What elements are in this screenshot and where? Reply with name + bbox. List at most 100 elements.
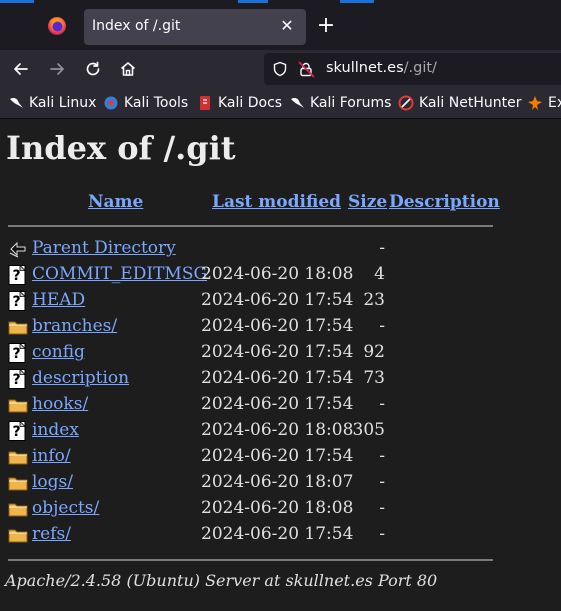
entry-link[interactable]: index bbox=[32, 420, 79, 440]
bookmark-exploit-db[interactable]: Ex bbox=[527, 94, 561, 112]
entry-last-modified: 2024-06-20 17:54 bbox=[201, 290, 354, 310]
bookmark-kali-tools[interactable]: Kali Tools bbox=[103, 94, 188, 112]
kali-docs-icon bbox=[200, 96, 210, 110]
svg-text:?: ? bbox=[12, 294, 20, 310]
back-button[interactable] bbox=[8, 56, 34, 82]
column-header-name[interactable]: Name bbox=[88, 192, 143, 212]
entry-last-modified: 2024-06-20 18:08 bbox=[201, 498, 354, 518]
table-row: ? description 2024-06-20 17:54 73 bbox=[0, 367, 561, 393]
tab-active[interactable]: Index of /.git ✕ bbox=[84, 9, 306, 45]
table-row: ? config 2024-06-20 17:54 92 bbox=[0, 341, 561, 367]
unknown-file-icon: ? bbox=[8, 264, 28, 285]
exploit-db-icon bbox=[528, 96, 542, 110]
reload-icon bbox=[86, 61, 100, 76]
entry-size: 4 bbox=[374, 264, 385, 284]
entry-last-modified: 2024-06-20 18:08 bbox=[201, 420, 354, 440]
table-row: info/2024-06-20 17:54 - bbox=[0, 445, 561, 471]
reload-button[interactable] bbox=[80, 56, 106, 82]
table-row: logs/2024-06-20 18:07 - bbox=[0, 471, 561, 497]
entry-size: - bbox=[379, 446, 385, 466]
page-title: Index of /.git bbox=[6, 129, 236, 167]
bookmark-kali-forums[interactable]: Kali Forums bbox=[289, 94, 391, 112]
kali-dragon-icon bbox=[10, 97, 23, 108]
insecure-lock-icon[interactable] bbox=[298, 61, 315, 78]
unknown-file-icon: ? bbox=[8, 290, 28, 311]
entry-last-modified: 2024-06-20 18:08 bbox=[201, 264, 354, 284]
home-button[interactable] bbox=[115, 56, 141, 82]
entry-size: - bbox=[379, 472, 385, 492]
entry-link[interactable]: COMMIT_EDITMSG bbox=[32, 264, 207, 284]
entry-last-modified: 2024-06-20 18:07 bbox=[201, 472, 354, 492]
forward-button[interactable] bbox=[44, 56, 70, 82]
entry-last-modified: 2024-06-20 17:54 bbox=[201, 368, 354, 388]
entry-link[interactable]: Parent Directory bbox=[32, 238, 176, 258]
unknown-file-icon: ? bbox=[8, 368, 28, 389]
tab-strip: Index of /.git ✕ + bbox=[0, 0, 561, 50]
back-arrow-icon bbox=[14, 63, 28, 75]
entry-link[interactable]: objects/ bbox=[32, 498, 99, 518]
entry-link[interactable]: branches/ bbox=[32, 316, 117, 336]
entry-link[interactable]: refs/ bbox=[32, 524, 71, 544]
folder-icon bbox=[8, 395, 28, 415]
url-text: skullnet.es/.git/ bbox=[326, 60, 437, 76]
bookmark-kali-docs[interactable]: Kali Docs bbox=[197, 94, 282, 112]
kali-dragon-icon bbox=[291, 97, 304, 108]
entry-size: 305 bbox=[352, 420, 385, 440]
entry-link[interactable]: HEAD bbox=[32, 290, 85, 310]
entry-size: - bbox=[379, 316, 385, 336]
bookmarks-toolbar: Kali Linux Kali Tools Kali Docs Kali For… bbox=[0, 88, 561, 119]
bookmark-label: Kali Tools bbox=[124, 95, 189, 111]
nethunter-icon bbox=[398, 95, 414, 111]
tab-indicator bbox=[238, 0, 268, 3]
folder-icon bbox=[8, 473, 28, 493]
entry-size: - bbox=[379, 498, 385, 518]
column-header-size[interactable]: Size bbox=[348, 192, 387, 212]
home-icon bbox=[120, 62, 136, 76]
table-row: ? HEAD 2024-06-20 17:54 23 bbox=[0, 289, 561, 315]
folder-icon bbox=[8, 317, 28, 337]
entry-link[interactable]: info/ bbox=[32, 446, 71, 466]
table-row: objects/2024-06-20 18:08 - bbox=[0, 497, 561, 523]
svg-text:?: ? bbox=[12, 424, 20, 440]
bookmark-kali-linux[interactable]: Kali Linux bbox=[8, 94, 96, 112]
table-row: hooks/2024-06-20 17:54 - bbox=[0, 393, 561, 419]
svg-text:?: ? bbox=[12, 268, 20, 284]
entry-size: 73 bbox=[363, 368, 385, 388]
svg-text:?: ? bbox=[12, 372, 20, 388]
entry-last-modified: 2024-06-20 17:54 bbox=[201, 524, 354, 544]
tab-indicator bbox=[0, 0, 34, 3]
tab-title: Index of /.git bbox=[92, 18, 181, 34]
entry-size: 92 bbox=[363, 342, 385, 362]
entry-link[interactable]: logs/ bbox=[32, 472, 73, 492]
column-header-last-modified[interactable]: Last modified bbox=[212, 192, 341, 212]
table-row: ? index 2024-06-20 18:08 305 bbox=[0, 419, 561, 445]
kali-tools-icon bbox=[104, 96, 118, 110]
tracking-protection-icon[interactable] bbox=[272, 61, 288, 77]
header-divider bbox=[8, 225, 493, 227]
entry-link[interactable]: hooks/ bbox=[32, 394, 88, 414]
entry-link[interactable]: config bbox=[32, 342, 85, 362]
entry-size: - bbox=[379, 238, 385, 258]
column-header-description[interactable]: Description bbox=[389, 192, 500, 212]
firefox-icon bbox=[48, 17, 66, 35]
entry-size: - bbox=[379, 394, 385, 414]
table-row: ? COMMIT_EDITMSG 2024-06-20 18:08 4 bbox=[0, 263, 561, 289]
footer-divider bbox=[8, 559, 493, 561]
svg-text:?: ? bbox=[12, 346, 20, 362]
folder-icon bbox=[8, 447, 28, 467]
entry-size: - bbox=[379, 524, 385, 544]
entry-last-modified: 2024-06-20 17:54 bbox=[201, 446, 354, 466]
entry-link[interactable]: description bbox=[32, 368, 129, 388]
folder-icon bbox=[8, 499, 28, 519]
close-tab-icon[interactable]: ✕ bbox=[277, 16, 297, 36]
new-tab-button[interactable]: + bbox=[314, 14, 338, 38]
entry-last-modified: 2024-06-20 17:54 bbox=[201, 342, 354, 362]
bookmark-label: Kali NetHunter bbox=[419, 95, 522, 111]
table-row: branches/2024-06-20 17:54 - bbox=[0, 315, 561, 341]
bookmark-kali-nethunter[interactable]: Kali NetHunter bbox=[398, 94, 521, 112]
server-signature: Apache/2.4.58 (Ubuntu) Server at skullne… bbox=[5, 571, 438, 590]
back-arrow-icon bbox=[8, 239, 28, 259]
address-bar[interactable]: skullnet.es/.git/ bbox=[264, 53, 561, 85]
table-row: refs/2024-06-20 17:54 - bbox=[0, 523, 561, 549]
bookmark-label: Kali Forums bbox=[310, 95, 392, 111]
